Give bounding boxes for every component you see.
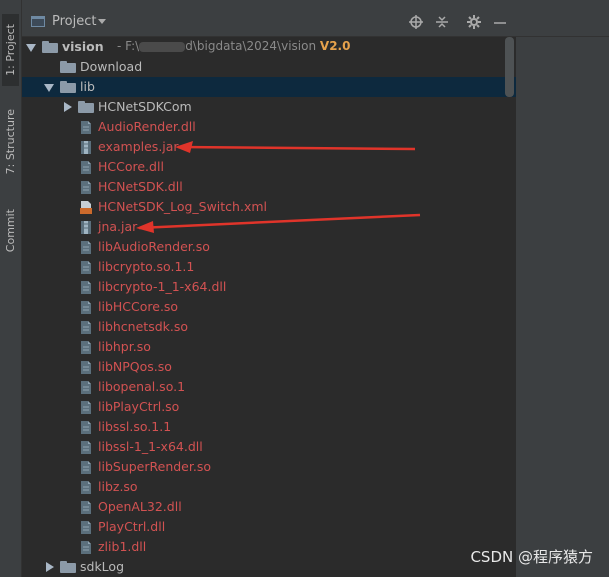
red-arrow-examples-jar — [175, 141, 416, 153]
annotation-overlay — [136, 141, 421, 233]
red-arrow-jna-jar — [136, 213, 421, 233]
watermark: CSDN @程序猿方 — [470, 548, 593, 566]
